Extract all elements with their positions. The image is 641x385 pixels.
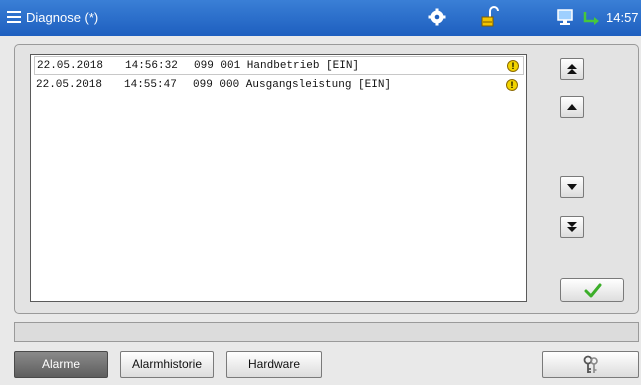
confirm-button[interactable]	[560, 278, 624, 302]
status-bar	[14, 322, 639, 342]
scroll-top-button[interactable]	[560, 58, 584, 80]
tab-alarmhistorie[interactable]: Alarmhistorie	[120, 351, 214, 378]
alarm-message: 099 000 Ausgangsleistung [EIN]	[193, 79, 392, 91]
scroll-top-icon	[567, 64, 577, 74]
list-item[interactable]: 22.05.2018 14:56:32 099 001 Handbetrieb …	[34, 56, 524, 75]
gear-icon[interactable]	[428, 8, 446, 31]
alarm-list[interactable]: 22.05.2018 14:56:32 099 001 Handbetrieb …	[30, 54, 527, 302]
scroll-down-button[interactable]	[560, 176, 584, 198]
page-title: Diagnose (*)	[26, 10, 99, 25]
alarm-date: 22.05.2018	[36, 79, 103, 91]
enter-arrow-icon[interactable]	[583, 10, 601, 31]
scroll-bottom-icon	[567, 222, 577, 232]
keys-icon	[583, 355, 598, 373]
warning-icon: !	[507, 60, 519, 72]
tab-hardware[interactable]: Hardware	[226, 351, 322, 378]
alarm-time: 14:55:47	[124, 79, 177, 91]
warning-icon: !	[506, 79, 518, 91]
scroll-bottom-button[interactable]	[560, 216, 584, 238]
lock-open-icon[interactable]	[481, 5, 499, 34]
alarm-date: 22.05.2018	[37, 60, 104, 72]
monitor-icon[interactable]	[556, 8, 574, 31]
scroll-up-icon	[567, 104, 577, 110]
title-bar: Diagnose (*) 14:57	[0, 0, 641, 36]
list-item[interactable]: 22.05.2018 14:55:47 099 000 Ausgangsleis…	[34, 76, 524, 95]
login-button[interactable]	[542, 351, 639, 378]
alarm-message: 099 001 Handbetrieb [EIN]	[194, 60, 360, 72]
scroll-down-icon	[567, 184, 577, 190]
checkmark-icon	[584, 283, 602, 298]
clock: 14:57	[606, 10, 639, 25]
scroll-up-button[interactable]	[560, 96, 584, 118]
menu-icon[interactable]	[7, 11, 21, 24]
alarm-time: 14:56:32	[125, 60, 178, 72]
tab-alarme[interactable]: Alarme	[14, 351, 108, 378]
